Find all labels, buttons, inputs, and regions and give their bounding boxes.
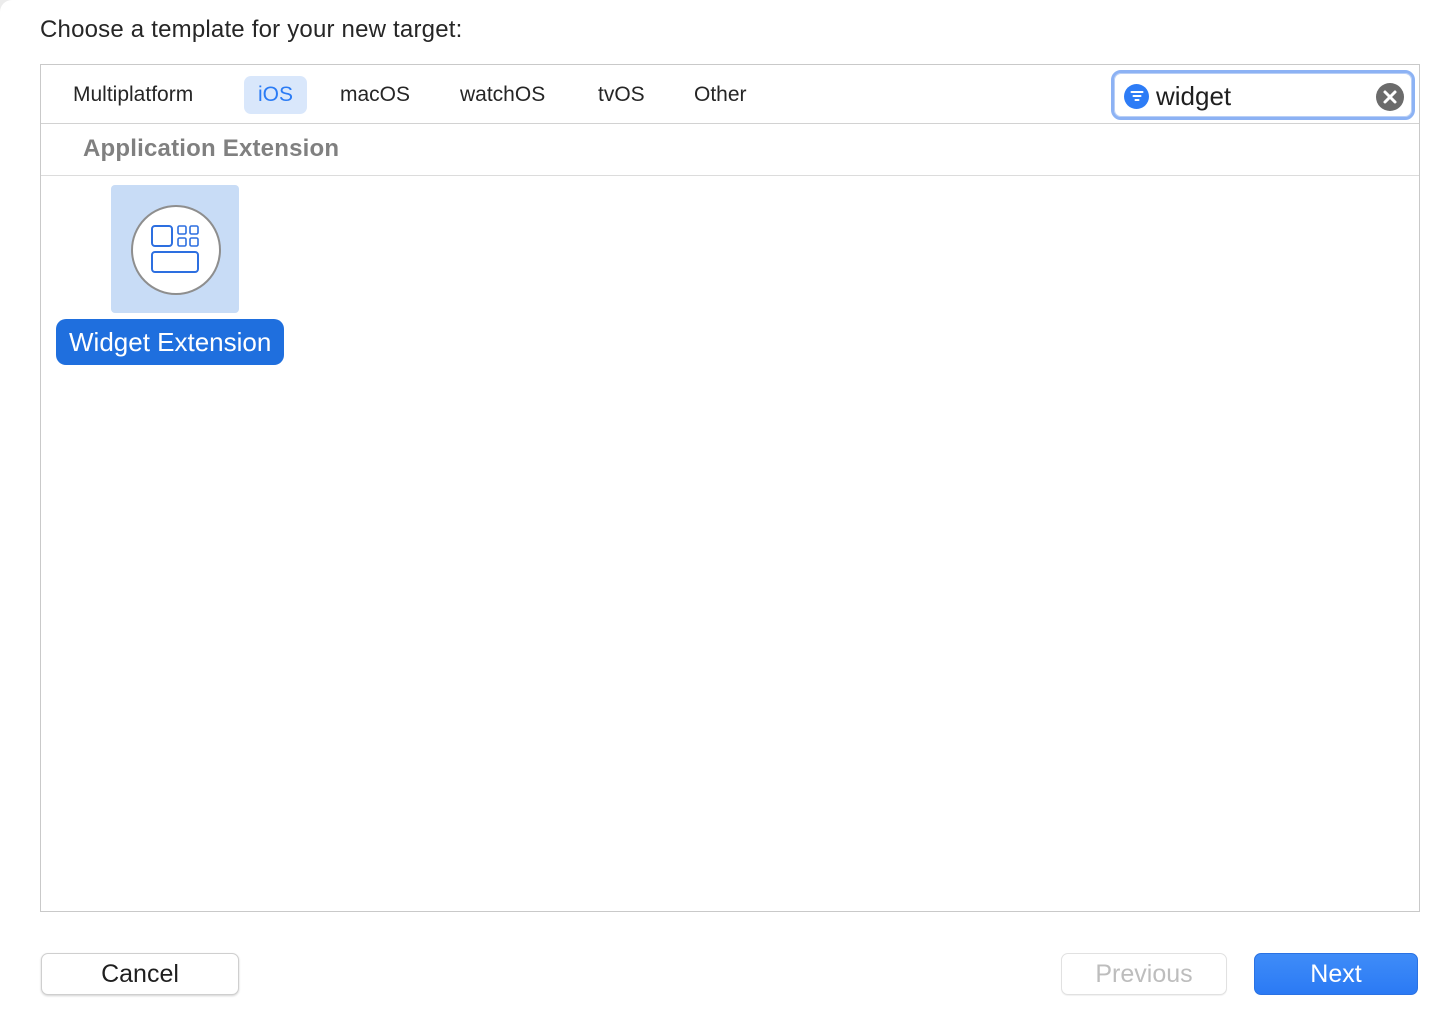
tab-macos[interactable]: macOS — [326, 76, 424, 114]
next-button[interactable]: Next — [1254, 953, 1418, 995]
tab-watchos[interactable]: watchOS — [446, 76, 559, 114]
section-title: Application Extension — [83, 135, 340, 162]
tab-other[interactable]: Other — [680, 76, 761, 114]
template-chooser: Multiplatform iOS macOS watchOS tvOS Oth… — [40, 64, 1420, 912]
clear-icon[interactable] — [1376, 83, 1404, 111]
tab-tvos[interactable]: tvOS — [584, 76, 659, 114]
template-search-field[interactable] — [1111, 70, 1415, 120]
tab-ios[interactable]: iOS — [244, 76, 308, 114]
dialog-prompt: Choose a template for your new target: — [40, 16, 463, 43]
section-header: Application Extension — [41, 124, 1419, 176]
widget-extension-icon — [131, 205, 221, 295]
template-label-widget-extension[interactable]: Widget Extension — [56, 319, 285, 365]
tab-multiplatform[interactable]: Multiplatform — [59, 76, 207, 114]
template-tile-widget-extension[interactable] — [111, 185, 239, 313]
new-target-sheet: Choose a template for your new target: M… — [0, 0, 1452, 1026]
cancel-button[interactable]: Cancel — [41, 953, 239, 995]
platform-tab-bar: Multiplatform iOS macOS watchOS tvOS Oth… — [41, 65, 1419, 124]
search-input[interactable] — [1156, 79, 1366, 113]
filter-icon[interactable] — [1124, 84, 1149, 109]
previous-button: Previous — [1061, 953, 1227, 995]
